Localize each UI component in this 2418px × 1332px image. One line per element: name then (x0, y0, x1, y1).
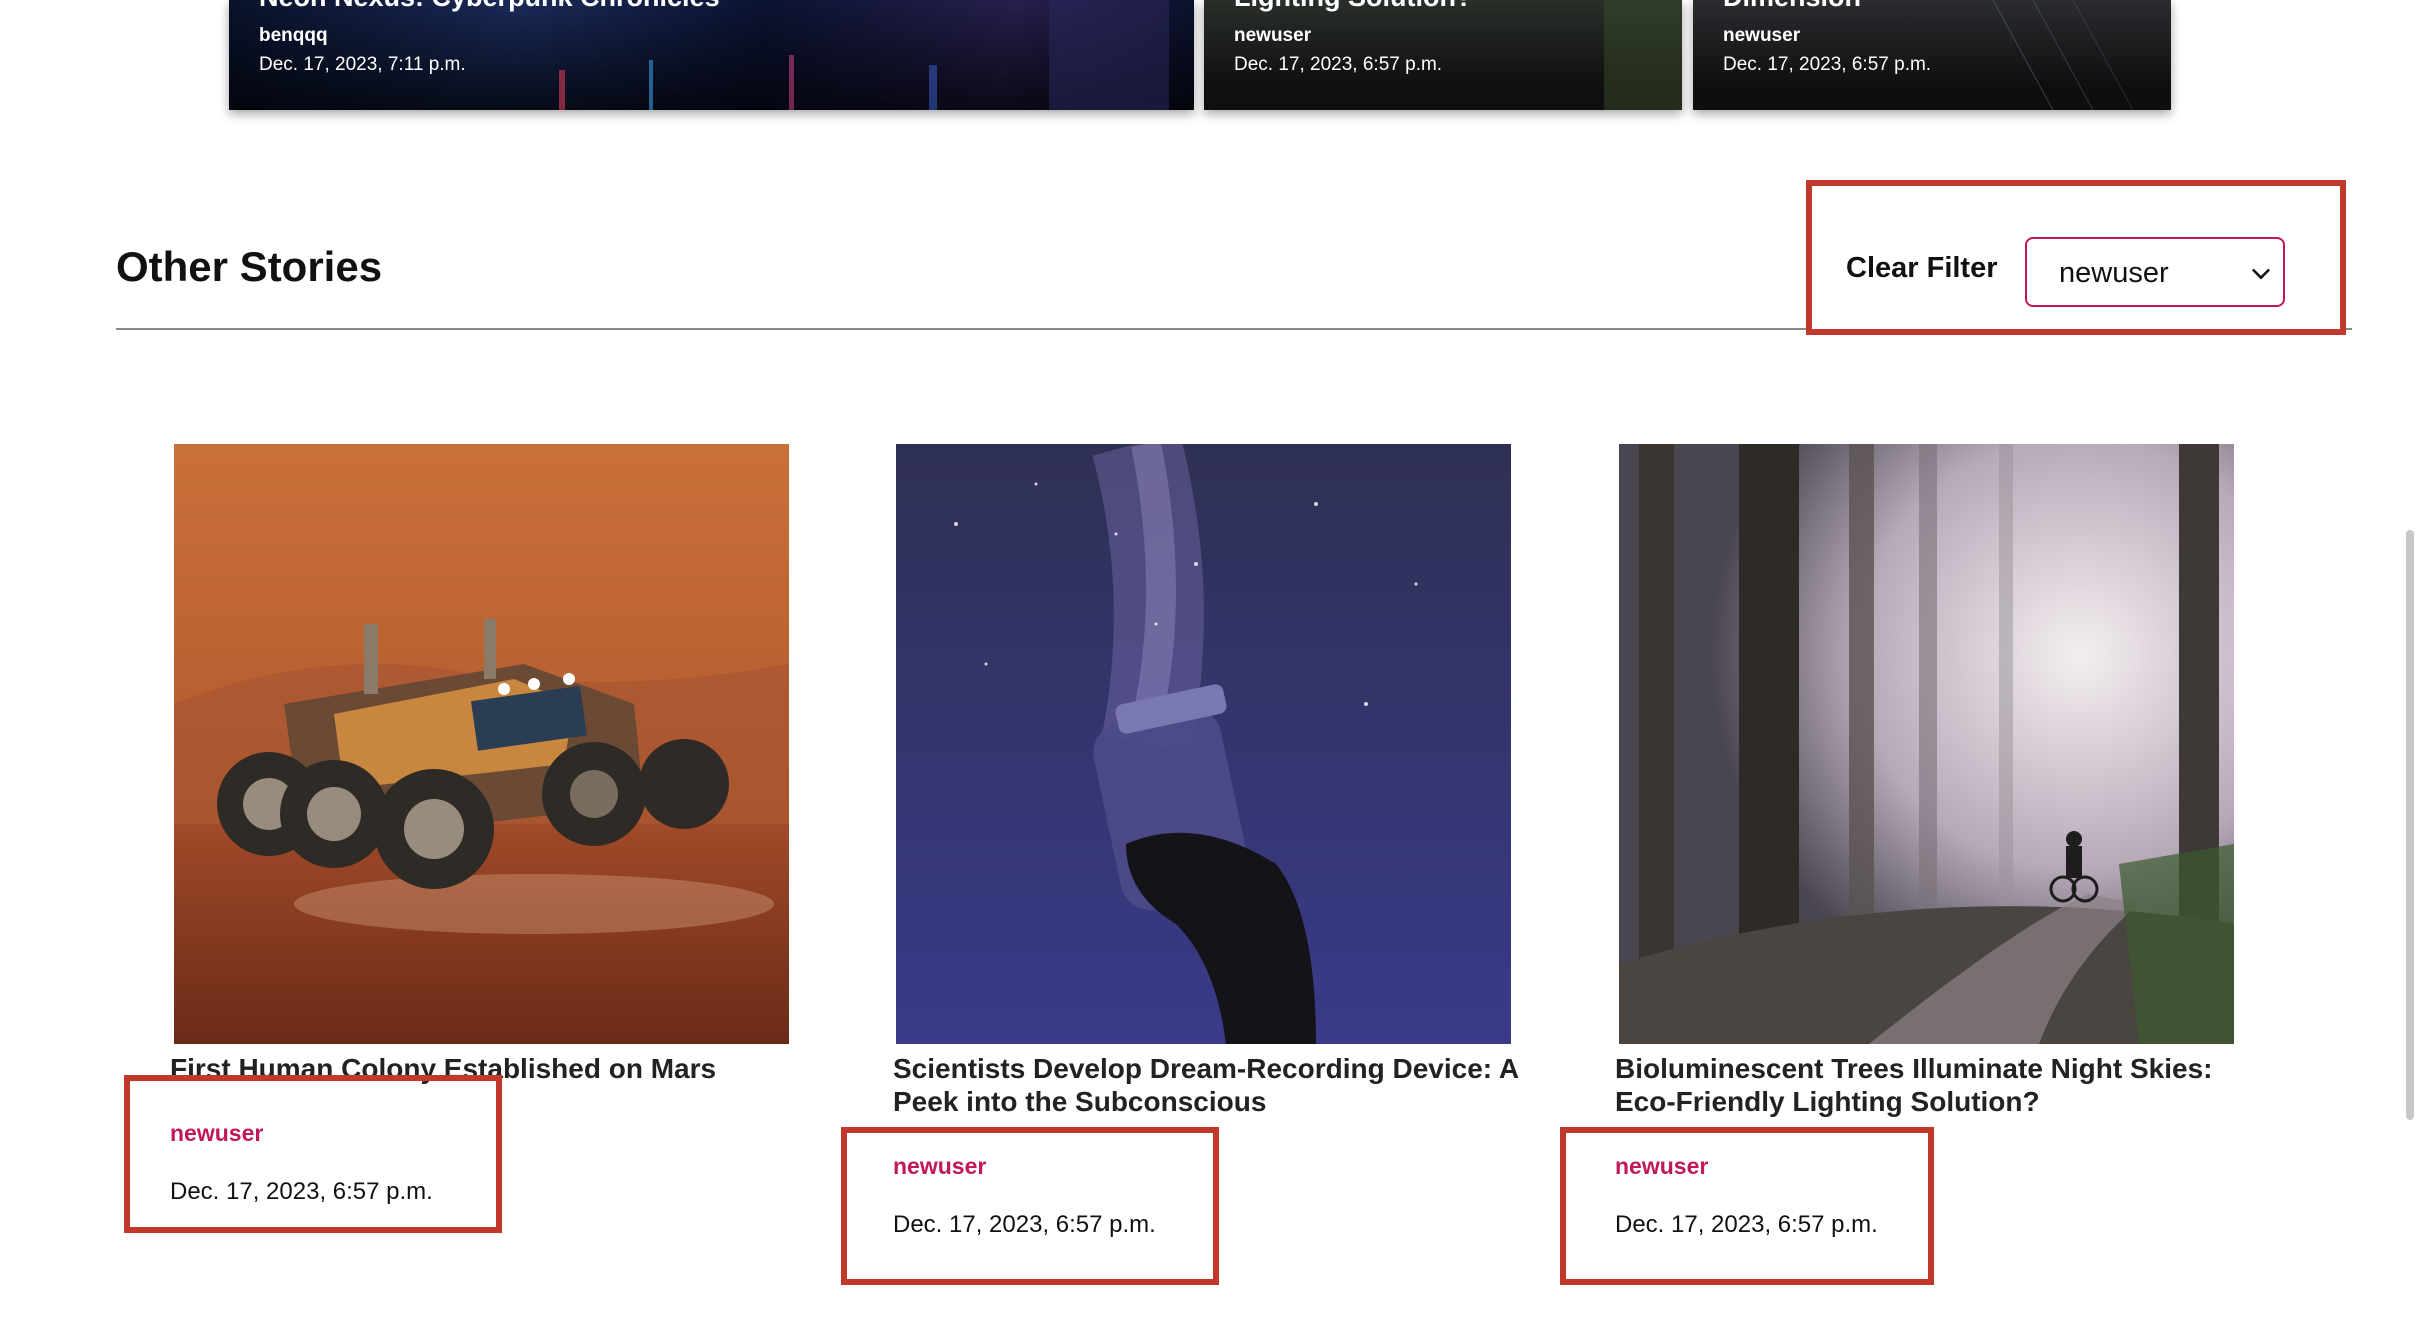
featured-title[interactable]: Lighting Solution? (1234, 0, 1472, 13)
featured-card[interactable]: Neon Nexus: Cyberpunk Chronicles benqqq … (229, 0, 1194, 110)
filter-selected-value: newuser (2059, 257, 2169, 289)
scrollbar[interactable] (2406, 530, 2414, 1120)
author-highlight-box (841, 1127, 1219, 1285)
clear-filter-button[interactable]: Clear Filter (1846, 252, 1998, 285)
featured-author[interactable]: newuser (1234, 25, 1311, 47)
section-title: Other Stories (116, 243, 383, 290)
featured-title[interactable]: Dimension (1723, 0, 1861, 13)
story-image[interactable] (1619, 444, 2234, 1044)
featured-date: Dec. 17, 2023, 6:57 p.m. (1723, 54, 1932, 75)
story-title[interactable]: Scientists Develop Dream-Recording Devic… (893, 1052, 1533, 1118)
story-title[interactable]: Bioluminescent Trees Illuminate Night Sk… (1615, 1052, 2255, 1118)
featured-date: Dec. 17, 2023, 7:11 p.m. (259, 54, 466, 75)
story-image[interactable] (896, 444, 1511, 1044)
story-image[interactable] (174, 444, 789, 1044)
featured-card[interactable]: Dimension newuser Dec. 17, 2023, 6:57 p.… (1693, 0, 2171, 110)
chevron-down-icon (2251, 268, 2271, 280)
author-highlight-box (1560, 1127, 1934, 1285)
featured-title[interactable]: Neon Nexus: Cyberpunk Chronicles (259, 0, 720, 13)
featured-card[interactable]: Lighting Solution? newuser Dec. 17, 2023… (1204, 0, 1682, 110)
featured-date: Dec. 17, 2023, 6:57 p.m. (1234, 54, 1443, 75)
featured-author[interactable]: benqqq (259, 25, 328, 47)
featured-author[interactable]: newuser (1723, 25, 1800, 47)
author-filter-select[interactable]: newuser (2025, 237, 2285, 307)
author-highlight-box (124, 1075, 502, 1233)
